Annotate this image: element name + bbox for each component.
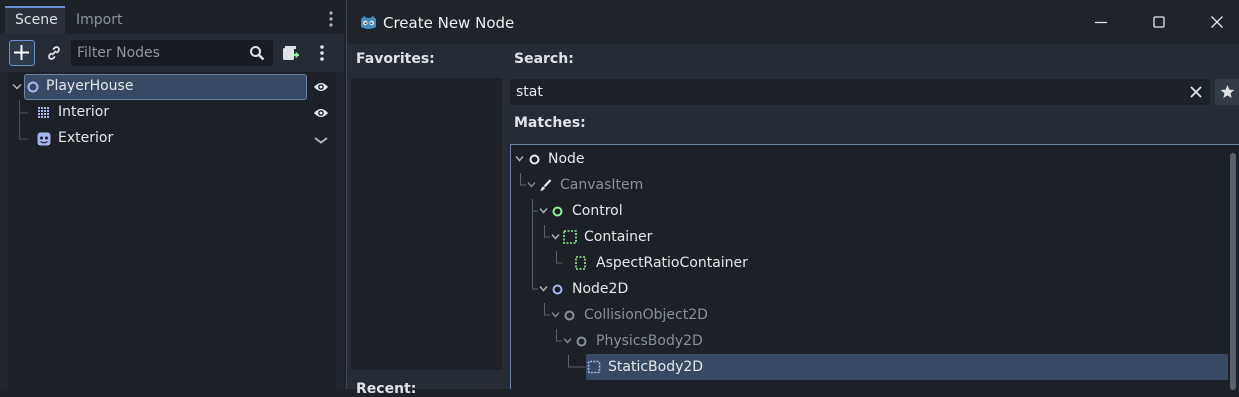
chevron-down-icon[interactable] [539,207,548,215]
instance-link-button[interactable] [44,43,64,63]
node2d-icon [552,284,563,295]
chevron-down-icon[interactable] [551,233,560,241]
match-item-label: Container [584,229,653,245]
instantiate-scene-button[interactable] [280,43,300,63]
dialog-title: Create New Node [383,14,515,32]
chevron-down-icon[interactable] [12,83,22,91]
search-label: Search: [514,51,574,67]
search-icon [248,44,266,62]
brush-icon [540,179,552,191]
favorite-toggle-button[interactable] [1215,79,1239,105]
instance-scene-icon [283,46,299,60]
eye-icon[interactable] [313,80,329,94]
tree-item-playerhouse[interactable]: PlayerHouse [8,74,336,100]
filter-nodes-input[interactable] [77,44,237,62]
match-item-label: PhysicsBody2D [596,333,703,349]
add-child-node-button[interactable] [9,40,35,66]
dock-tabs: Scene Import [0,0,344,34]
create-node-dialog: Create New Node Favorites: Recent: Searc… [346,0,1239,397]
chevron-down-icon[interactable] [527,181,536,189]
minimize-button[interactable] [1091,12,1111,32]
match-item-control[interactable]: Control [511,198,1229,224]
filter-nodes-field[interactable] [71,40,273,66]
dialog-titlebar[interactable]: Create New Node [347,0,1239,44]
tree-item-exterior[interactable]: Exterior [8,126,336,152]
match-item-node[interactable]: Node [511,146,1229,172]
match-item-label: Node2D [572,281,629,297]
matches-tree: Node CanvasItem Control Container Aspect… [510,144,1239,390]
match-item-container[interactable]: Container [511,224,1229,250]
match-item-staticbody2d[interactable]: StaticBody2D [511,354,1229,380]
tree-item-label: Exterior [58,130,114,146]
match-item-collisionobject2d[interactable]: CollisionObject2D [511,302,1229,328]
godot-logo-icon [359,13,378,32]
link-icon [48,46,60,60]
minimize-icon [1095,21,1107,24]
close-button[interactable] [1207,12,1227,32]
match-item-label: Node [548,151,585,167]
matches-label: Matches: [514,115,586,131]
chevron-down-icon[interactable] [515,155,524,163]
clear-search-icon[interactable] [1189,85,1203,99]
search-input[interactable] [516,83,1176,101]
aspect-ratio-container-icon [575,256,586,270]
match-item-canvasitem[interactable]: CanvasItem [511,172,1229,198]
match-item-label: StaticBody2D [608,359,704,375]
match-item-physicsbody2d[interactable]: PhysicsBody2D [511,328,1229,354]
chevron-down-icon[interactable] [551,311,560,319]
dialog-body: Favorites: Recent: Search: Matches: [347,44,1239,397]
scene-toolbar [0,34,344,72]
eye-icon[interactable] [313,106,329,120]
container-icon [563,230,577,244]
favorites-list[interactable] [351,78,502,370]
dock-menu-icon[interactable] [325,10,337,28]
match-item-aspectratiocontainer[interactable]: AspectRatioContainer [511,250,1229,276]
chevron-down-icon[interactable] [563,337,572,345]
maximize-button[interactable] [1149,12,1169,32]
match-item-label: AspectRatioContainer [596,255,748,271]
match-item-label: Control [572,203,623,219]
chevron-down-icon[interactable] [313,135,329,149]
recent-label: Recent: [356,381,417,397]
tab-import[interactable]: Import [66,6,136,34]
scene-dock: Scene Import Filter Nodes PlayerHouse In… [0,0,344,389]
physics-body-2d-icon [576,336,587,347]
plus-icon [14,45,29,60]
tab-scene[interactable]: Scene [5,6,65,34]
close-icon [1211,16,1223,28]
maximize-icon [1153,16,1165,28]
static-body-2d-icon [587,360,601,374]
favorites-label: Favorites: [356,51,435,67]
collision-object-2d-icon [564,310,575,321]
match-item-node2d[interactable]: Node2D [511,276,1229,302]
tilemap-icon [37,106,51,120]
scene-menu-icon[interactable] [316,44,328,62]
search-field[interactable] [510,79,1210,105]
tree-item-label: Interior [58,104,110,120]
matches-scrollbar[interactable] [1230,153,1236,390]
node-icon [529,154,540,165]
chevron-down-icon[interactable] [539,285,548,293]
scene-tree: PlayerHouse Interior Exterior [8,72,336,389]
tree-item-interior[interactable]: Interior [8,100,336,126]
tree-item-label: PlayerHouse [46,78,134,94]
control-icon [552,206,563,217]
sprite-icon [37,132,51,146]
match-item-label: CollisionObject2D [584,307,708,323]
star-icon [1220,85,1235,98]
match-item-label: CanvasItem [560,177,644,193]
node2d-icon [26,80,40,94]
